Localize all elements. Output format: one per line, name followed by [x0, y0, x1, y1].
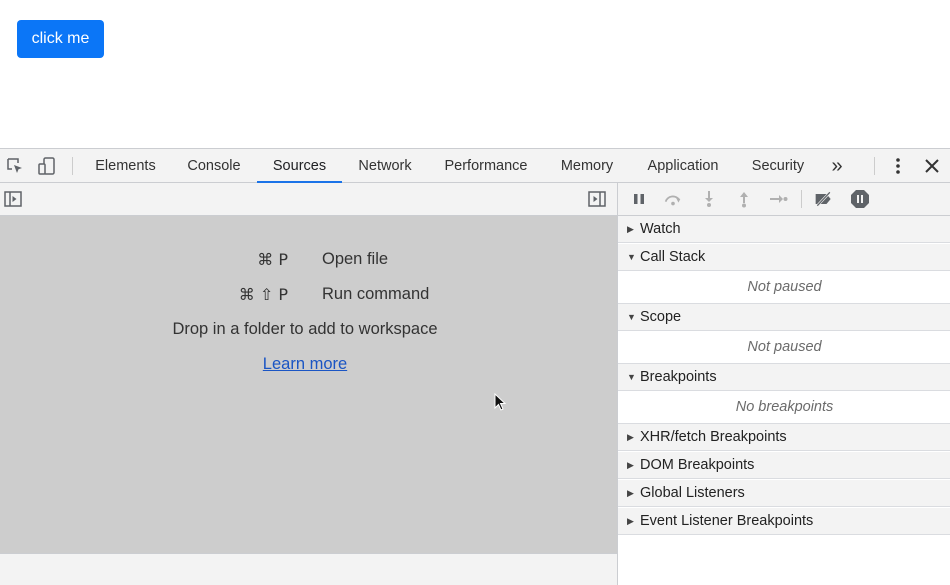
devtools-tabbar: Elements Console Sources Network Perform… — [0, 149, 950, 183]
step-icon[interactable] — [768, 189, 788, 209]
section-title: DOM Breakpoints — [640, 457, 755, 473]
pause-icon[interactable] — [629, 189, 649, 209]
sources-footer — [0, 553, 617, 585]
expand-arrow-icon: ▶ — [627, 460, 634, 470]
inspect-element-icon[interactable] — [5, 156, 25, 176]
tab-network[interactable]: Network — [350, 149, 420, 183]
tab-application[interactable]: Application — [638, 149, 728, 183]
tab-console[interactable]: Console — [180, 149, 248, 183]
toolbar-divider — [801, 190, 802, 208]
expand-arrow-icon: ▶ — [627, 488, 634, 498]
drop-folder-hint: Drop in a folder to add to workspace — [172, 320, 438, 338]
expand-arrow-icon: ▶ — [627, 432, 634, 442]
tab-elements[interactable]: Elements — [88, 149, 163, 183]
section-title: Watch — [640, 221, 681, 237]
toolbar-divider — [874, 157, 875, 175]
device-toolbar-icon[interactable] — [37, 156, 57, 176]
call-stack-body: Not paused — [618, 271, 950, 304]
shortcut-label: Run command — [322, 285, 430, 303]
learn-more-row: Learn more — [0, 355, 610, 374]
tab-performance[interactable]: Performance — [437, 149, 535, 183]
more-tabs-icon[interactable]: » — [826, 149, 848, 183]
debugger-sidebar: ▶ Watch ▼ Call Stack Not paused ▼ Scope … — [617, 183, 950, 585]
section-call-stack[interactable]: ▼ Call Stack — [618, 244, 950, 271]
tab-memory[interactable]: Memory — [553, 149, 621, 183]
section-watch[interactable]: ▶ Watch — [618, 216, 950, 243]
section-title: Global Listeners — [640, 485, 745, 501]
kebab-menu-icon[interactable] — [888, 156, 908, 176]
expand-arrow-icon: ▶ — [627, 224, 634, 234]
mouse-cursor-icon — [494, 393, 507, 411]
pause-on-exceptions-icon[interactable] — [850, 189, 870, 209]
tab-security[interactable]: Security — [744, 149, 812, 183]
section-title: Breakpoints — [640, 369, 717, 385]
scope-body: Not paused — [618, 331, 950, 364]
section-global-listeners[interactable]: ▶ Global Listeners — [618, 480, 950, 507]
debugger-toolbar — [618, 183, 950, 216]
close-icon[interactable] — [922, 156, 942, 176]
section-breakpoints[interactable]: ▼ Breakpoints — [618, 364, 950, 391]
show-navigator-icon[interactable] — [3, 189, 23, 209]
section-event-listener-breakpoints[interactable]: ▶ Event Listener Breakpoints — [618, 508, 950, 535]
step-out-icon[interactable] — [734, 189, 754, 209]
click-me-button[interactable]: click me — [17, 20, 104, 58]
breakpoints-body: No breakpoints — [618, 391, 950, 424]
sources-toolbar — [0, 183, 617, 216]
devtools-panel: Elements Console Sources Network Perform… — [0, 148, 950, 585]
editor-placeholder: ⌘ P Open file ⌘ ⇧ P Run command Drop in … — [0, 216, 617, 553]
step-over-icon[interactable] — [663, 189, 683, 209]
section-dom-breakpoints[interactable]: ▶ DOM Breakpoints — [618, 452, 950, 479]
section-title: Call Stack — [640, 249, 706, 265]
shortcut-label: Open file — [322, 250, 389, 268]
toggle-debugger-icon[interactable] — [587, 189, 607, 209]
sources-editor-pane: ⌘ P Open file ⌘ ⇧ P Run command Drop in … — [0, 183, 617, 585]
tab-sources[interactable]: Sources — [257, 149, 342, 183]
shortcut-keys: ⌘ P — [257, 250, 288, 269]
expand-arrow-icon: ▶ — [627, 516, 634, 526]
learn-more-link[interactable]: Learn more — [263, 355, 347, 373]
shortcut-keys: ⌘ ⇧ P — [238, 285, 288, 304]
collapse-arrow-icon: ▼ — [627, 252, 636, 262]
step-into-icon[interactable] — [699, 189, 719, 209]
toolbar-divider — [72, 157, 73, 175]
section-title: Scope — [640, 309, 682, 325]
section-scope[interactable]: ▼ Scope — [618, 304, 950, 331]
section-title: Event Listener Breakpoints — [640, 513, 814, 529]
deactivate-breakpoints-icon[interactable] — [814, 189, 834, 209]
collapse-arrow-icon: ▼ — [627, 312, 636, 322]
section-xhr-fetch-breakpoints[interactable]: ▶ XHR/fetch Breakpoints — [618, 424, 950, 451]
page-content: click me — [0, 0, 950, 148]
section-title: XHR/fetch Breakpoints — [640, 429, 787, 445]
collapse-arrow-icon: ▼ — [627, 372, 636, 382]
